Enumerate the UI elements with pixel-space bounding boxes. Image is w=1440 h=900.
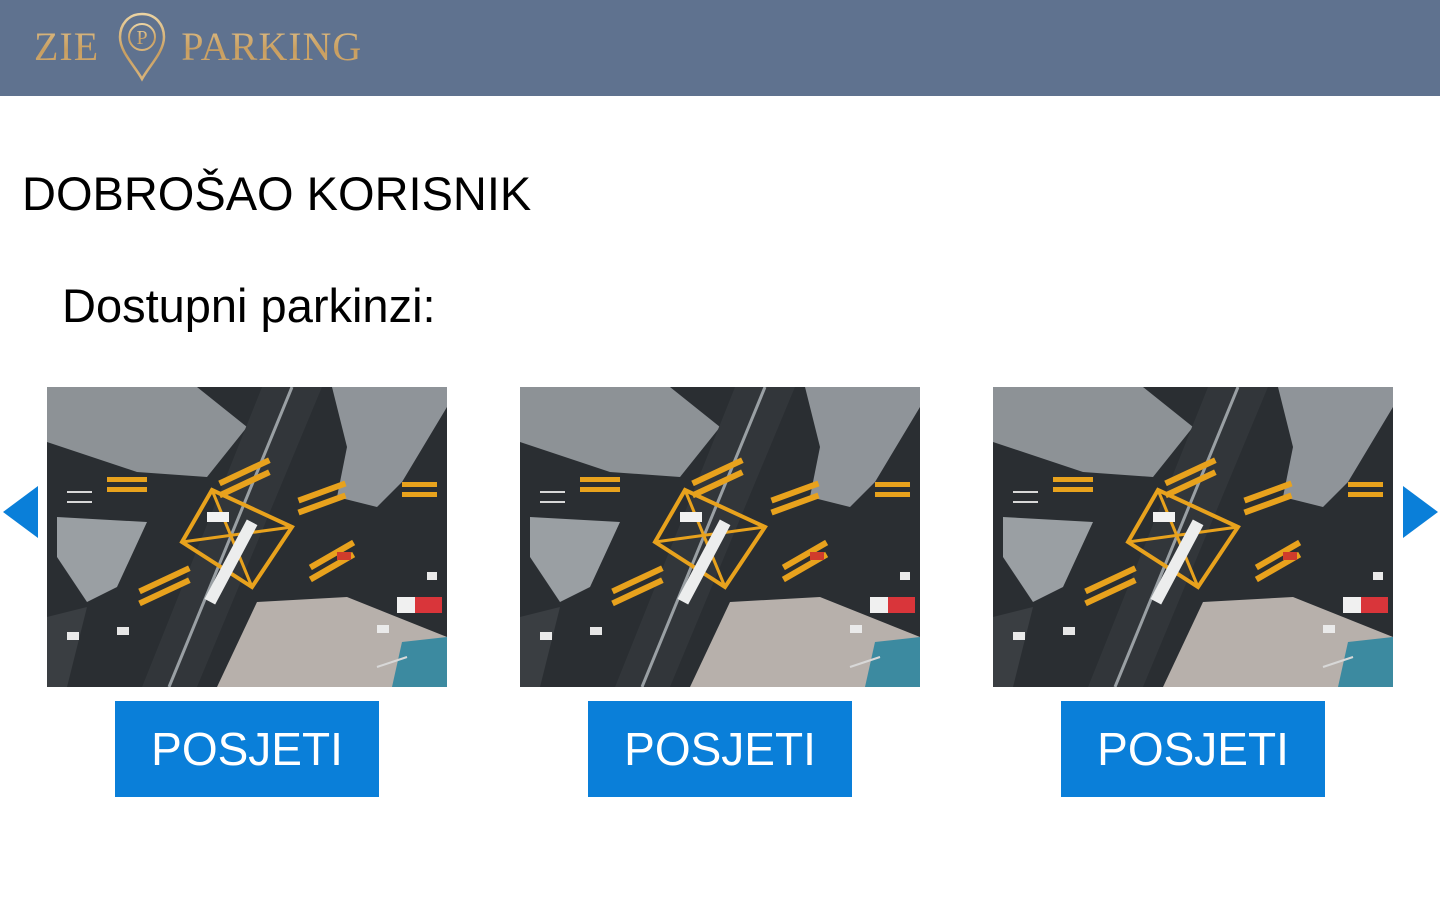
map-pin-icon: P [118,12,166,82]
visit-button[interactable]: POSJETI [588,701,852,797]
visit-button[interactable]: POSJETI [115,701,379,797]
caret-right-icon[interactable] [1401,484,1440,540]
welcome-heading: DOBROŠAO KORISNIK [22,167,532,220]
logo-text-right: PARKING [181,12,362,82]
parking-image [520,387,920,687]
parking-image [993,387,1393,687]
aerial-intersection-image [993,387,1393,687]
visit-button[interactable]: POSJETI [1061,701,1325,797]
aerial-intersection-image [47,387,447,687]
top-header: ZIE P PARKING [0,0,1440,96]
parking-image [47,387,447,687]
logo-text-left: ZIE [34,12,99,82]
caret-left-icon[interactable] [0,484,40,540]
logo[interactable]: ZIE P PARKING [34,12,362,82]
available-parkings-heading: Dostupni parkinzi: [62,279,436,332]
logo-pin-letter: P [137,27,148,49]
aerial-intersection-image [520,387,920,687]
